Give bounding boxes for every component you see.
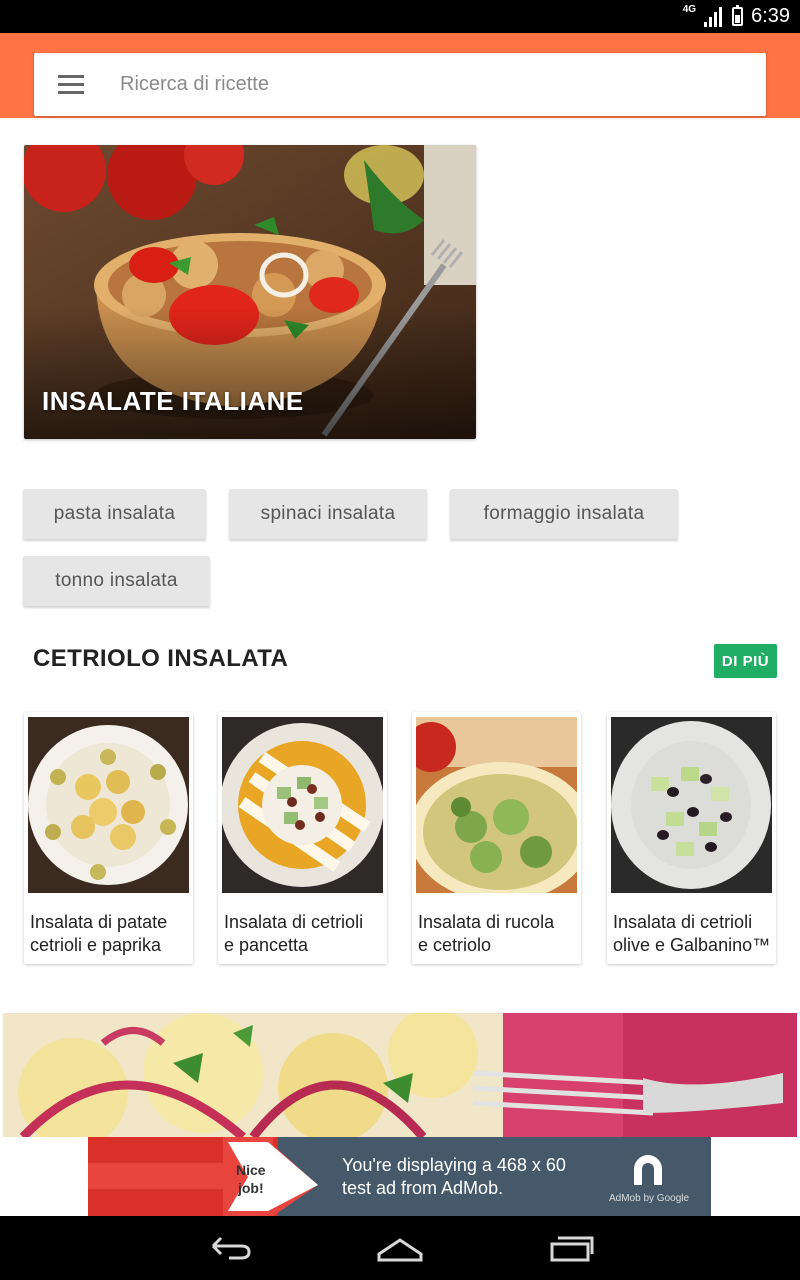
clock: 6:39 bbox=[751, 5, 790, 27]
recipe-thumbnail bbox=[611, 717, 772, 893]
chip-pasta-insalata[interactable]: pasta insalata bbox=[23, 489, 206, 539]
admob-logo-icon bbox=[634, 1155, 662, 1185]
back-icon[interactable] bbox=[205, 1232, 255, 1264]
more-button[interactable]: DI PIÙ bbox=[714, 644, 777, 678]
recipe-card[interactable]: Insalata di patate cetrioli e paprika bbox=[24, 712, 193, 964]
recipe-thumbnail bbox=[222, 717, 383, 893]
hero-title: INSALATE ITALIANE bbox=[42, 386, 304, 416]
recipe-title: Insalata di cetrioli olive e Galbanino™ bbox=[613, 912, 771, 955]
recipe-card[interactable]: Insalata di rucola e cetriolo bbox=[412, 712, 581, 964]
app-bar: Ricerca di ricette bbox=[0, 33, 800, 118]
ad-badge: Nice job! bbox=[236, 1162, 266, 1196]
search-bar[interactable]: Ricerca di ricette bbox=[34, 53, 766, 116]
recipe-thumbnail bbox=[28, 717, 189, 893]
recipe-title: Insalata di cetrioli e pancetta bbox=[224, 912, 364, 955]
status-bar: 4G 6:39 bbox=[0, 0, 800, 33]
hero-card[interactable]: INSALATE ITALIANE bbox=[24, 145, 476, 439]
battery-icon bbox=[732, 5, 744, 26]
menu-icon[interactable] bbox=[58, 75, 84, 95]
recipe-title: Insalata di rucola e cetriolo bbox=[418, 912, 555, 955]
navigation-bar bbox=[0, 1216, 800, 1280]
ad-message: You're displaying a 468 x 60 test ad fro… bbox=[342, 1155, 566, 1198]
home-icon[interactable] bbox=[375, 1232, 425, 1264]
ad-brand: AdMob by Google bbox=[609, 1193, 690, 1204]
app-screen: 4G 6:39 Ricerca di ricette INSALATE ITAL… bbox=[0, 0, 800, 1280]
category-banner-image[interactable] bbox=[3, 1013, 797, 1137]
ad-banner[interactable]: Nice job! You're displaying a 468 x 60 t… bbox=[88, 1137, 711, 1216]
recipe-card[interactable]: Insalata di cetrioli olive e Galbanino™ bbox=[607, 712, 776, 964]
chip-tonno-insalata[interactable]: tonno insalata bbox=[23, 556, 210, 606]
search-input[interactable]: Ricerca di ricette bbox=[120, 73, 269, 96]
section-title: CETRIOLO INSALATA bbox=[33, 645, 289, 672]
recipe-card[interactable]: Insalata di cetrioli e pancetta bbox=[218, 712, 387, 964]
chip-spinaci-insalata[interactable]: spinaci insalata bbox=[229, 489, 427, 539]
signal-icon bbox=[704, 6, 724, 27]
recipe-title: Insalata di patate cetrioli e paprika bbox=[30, 912, 168, 955]
network-type: 4G bbox=[682, 4, 697, 15]
chip-formaggio-insalata[interactable]: formaggio insalata bbox=[450, 489, 678, 539]
recipe-thumbnail bbox=[416, 717, 577, 893]
recents-icon[interactable] bbox=[546, 1232, 596, 1264]
